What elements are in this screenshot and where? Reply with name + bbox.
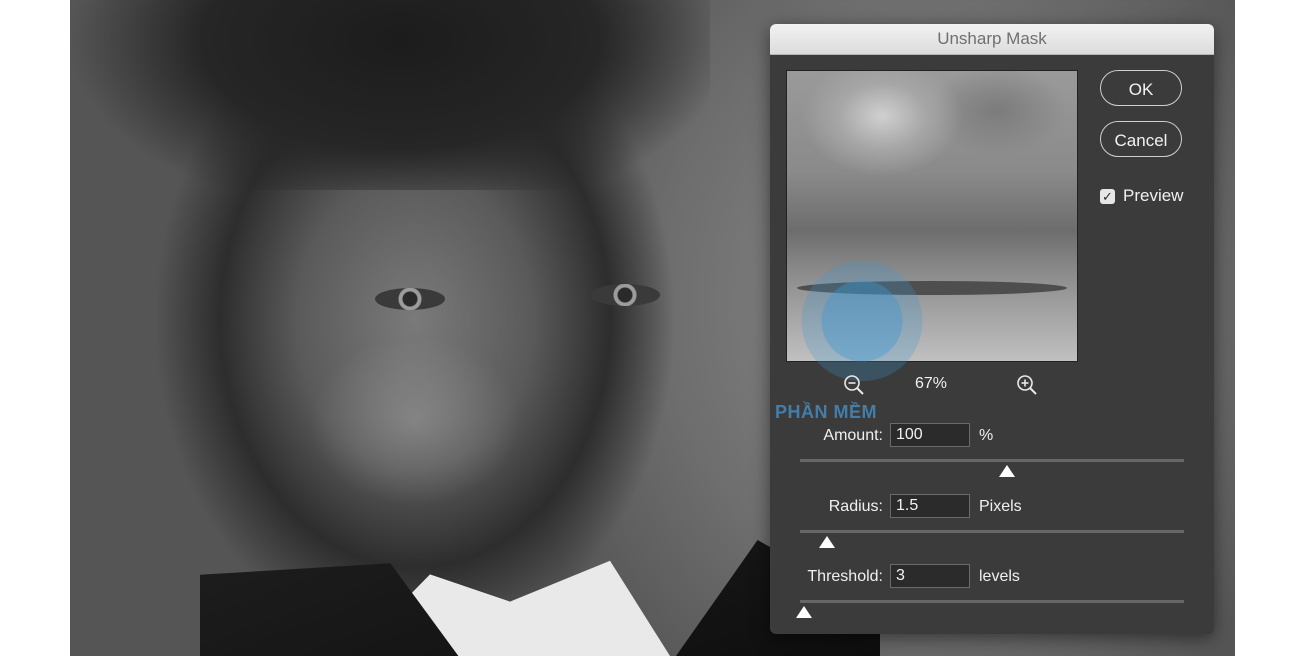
photo-left-eye — [375, 288, 445, 310]
zoom-controls: 67% — [786, 372, 1076, 398]
filter-preview[interactable] — [786, 70, 1078, 381]
photo-hair — [70, 0, 710, 190]
threshold-unit: levels — [979, 568, 1020, 585]
radius-slider-thumb[interactable] — [818, 536, 835, 548]
preview-checkbox[interactable]: ✓ — [1100, 188, 1115, 204]
preview-checkbox-row[interactable]: ✓ Preview — [1100, 184, 1183, 208]
amount-slider-thumb[interactable] — [999, 465, 1016, 477]
preview-label: Preview — [1123, 186, 1184, 205]
watermark-text: PHẦN MỀM — [775, 402, 877, 422]
dialog-title: Unsharp Mask — [770, 24, 1214, 55]
radius-input[interactable] — [890, 494, 970, 518]
amount-unit: % — [979, 427, 994, 444]
threshold-slider[interactable] — [800, 600, 1184, 603]
amount-label: Amount: — [823, 427, 883, 444]
photo-right-eye — [590, 284, 660, 306]
zoom-in-icon[interactable] — [1014, 372, 1040, 398]
threshold-input[interactable] — [890, 564, 970, 588]
zoom-out-icon[interactable] — [841, 372, 867, 398]
threshold-label: Threshold: — [807, 568, 883, 585]
radius-slider[interactable] — [800, 530, 1184, 533]
watermark-logo — [797, 261, 927, 381]
amount-input[interactable] — [890, 423, 970, 447]
unsharp-mask-dialog: Unsharp Mask OK Cancel ✓ Preview 67% PHẦ… — [770, 24, 1214, 634]
ok-button[interactable]: OK — [1100, 70, 1182, 106]
zoom-level: 67% — [914, 375, 948, 392]
amount-slider[interactable] — [800, 459, 1184, 462]
cancel-button[interactable]: Cancel — [1100, 121, 1182, 157]
threshold-slider-thumb[interactable] — [795, 606, 812, 618]
radius-label: Radius: — [828, 498, 883, 515]
check-icon: ✓ — [1102, 188, 1113, 204]
radius-unit: Pixels — [979, 498, 1022, 515]
